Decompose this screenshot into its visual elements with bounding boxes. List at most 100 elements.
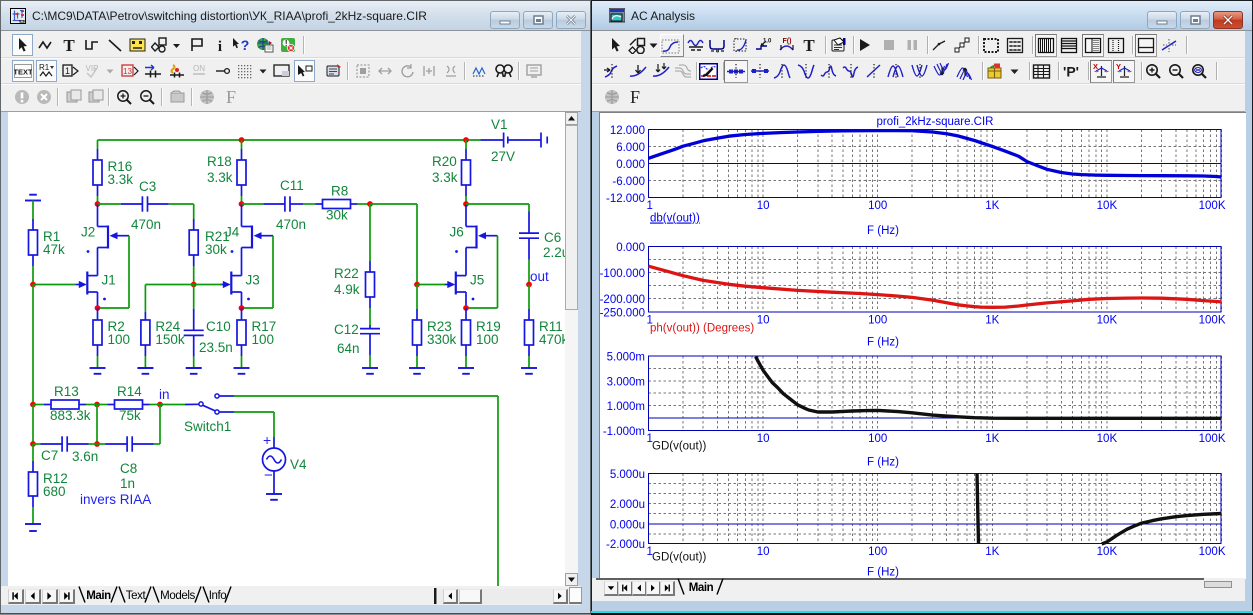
svg-text:C6: C6 bbox=[544, 230, 561, 245]
svg-text:R20: R20 bbox=[432, 154, 457, 169]
svg-text:J6: J6 bbox=[450, 225, 464, 240]
svg-text:out: out bbox=[530, 269, 549, 284]
svg-text:-100.000: -100.000 bbox=[600, 268, 645, 280]
svg-text:10K: 10K bbox=[1097, 433, 1118, 445]
svg-text:-12.000: -12.000 bbox=[606, 193, 645, 205]
svg-text:F (Hz): F (Hz) bbox=[867, 337, 899, 349]
svg-text:75k: 75k bbox=[119, 408, 141, 423]
svg-text:'P': 'P' bbox=[1063, 63, 1079, 79]
svg-text:100K: 100K bbox=[1199, 546, 1226, 558]
svg-text:10: 10 bbox=[757, 315, 770, 327]
svg-text:3.3k: 3.3k bbox=[108, 172, 134, 187]
svg-text:100: 100 bbox=[868, 315, 887, 327]
svg-text:F(): F() bbox=[783, 38, 792, 45]
svg-text:470n: 470n bbox=[276, 217, 306, 232]
svg-text:5.000m: 5.000m bbox=[607, 352, 645, 364]
svg-text:1K: 1K bbox=[985, 433, 999, 445]
svg-text:3.000m: 3.000m bbox=[607, 376, 645, 388]
svg-text:GD(v(out)): GD(v(out)) bbox=[652, 552, 706, 564]
svg-text:680: 680 bbox=[43, 484, 66, 499]
svg-text:Info: Info bbox=[209, 590, 227, 602]
svg-text:J2: J2 bbox=[81, 225, 95, 240]
svg-text:R13: R13 bbox=[54, 384, 79, 399]
svg-text:V4: V4 bbox=[290, 457, 307, 472]
svg-text:R8: R8 bbox=[331, 184, 348, 199]
svg-text:T: T bbox=[803, 37, 815, 53]
svg-text:T: T bbox=[63, 37, 75, 53]
svg-text:TEXT: TEXT bbox=[14, 68, 32, 77]
svg-text:F: F bbox=[630, 88, 640, 106]
svg-text:100: 100 bbox=[476, 332, 499, 347]
svg-text:ph(v(out)) (Degrees): ph(v(out)) (Degrees) bbox=[650, 323, 754, 335]
svg-text:R14: R14 bbox=[117, 384, 142, 399]
svg-text:2.000u: 2.000u bbox=[610, 499, 645, 511]
svg-text:Main: Main bbox=[86, 590, 111, 602]
svg-text:1K: 1K bbox=[985, 315, 999, 327]
svg-text:J5: J5 bbox=[470, 273, 484, 288]
svg-text:10: 10 bbox=[757, 433, 770, 445]
svg-text:1K: 1K bbox=[985, 200, 999, 212]
svg-text:100K: 100K bbox=[1199, 433, 1226, 445]
svg-text:1.000m: 1.000m bbox=[607, 401, 645, 413]
svg-text:1: 1 bbox=[64, 66, 69, 76]
svg-text:J1: J1 bbox=[102, 273, 116, 288]
svg-text:GD(v(out)): GD(v(out)) bbox=[652, 441, 706, 453]
svg-text:C3: C3 bbox=[139, 179, 156, 194]
svg-text:C8: C8 bbox=[120, 461, 137, 476]
svg-text:100: 100 bbox=[868, 433, 887, 445]
svg-text:R22: R22 bbox=[334, 266, 359, 281]
svg-text:10K: 10K bbox=[1097, 200, 1118, 212]
svg-text:0.000: 0.000 bbox=[616, 159, 645, 171]
svg-text:47k: 47k bbox=[43, 242, 65, 257]
svg-text:3.3k: 3.3k bbox=[207, 170, 233, 185]
svg-text:V1: V1 bbox=[491, 117, 508, 132]
svg-text:470n: 470n bbox=[131, 217, 161, 232]
svg-text:C7: C7 bbox=[41, 448, 58, 463]
svg-text:23.5n: 23.5n bbox=[199, 340, 233, 355]
svg-text:-2.000u: -2.000u bbox=[606, 539, 645, 551]
svg-text:13: 13 bbox=[123, 67, 132, 76]
svg-text:100K: 100K bbox=[1199, 200, 1226, 212]
svg-text:Main: Main bbox=[689, 582, 714, 594]
svg-text:10: 10 bbox=[757, 546, 770, 558]
svg-text:-200.000: -200.000 bbox=[600, 294, 645, 306]
svg-text:profi_2kHz-square.CIR: profi_2kHz-square.CIR bbox=[877, 116, 994, 128]
svg-text:Text: Text bbox=[126, 590, 147, 602]
svg-text:100K: 100K bbox=[1199, 315, 1226, 327]
svg-text:470k: 470k bbox=[539, 332, 565, 347]
svg-text:1.0: 1.0 bbox=[763, 39, 772, 45]
svg-text:F (Hz): F (Hz) bbox=[867, 225, 899, 237]
svg-text:150k: 150k bbox=[155, 332, 185, 347]
svg-text:-250.000: -250.000 bbox=[600, 307, 645, 319]
svg-text:12.000: 12.000 bbox=[610, 125, 645, 137]
svg-text:1K: 1K bbox=[985, 546, 999, 558]
svg-text:in: in bbox=[159, 387, 170, 402]
svg-text:!: ! bbox=[285, 39, 288, 48]
svg-text:C11: C11 bbox=[280, 178, 304, 193]
svg-text:ON: ON bbox=[193, 64, 205, 73]
svg-text:?: ? bbox=[241, 37, 250, 53]
svg-text:Models: Models bbox=[160, 590, 195, 602]
svg-text:0.000u: 0.000u bbox=[610, 519, 645, 531]
svg-text:F (Hz): F (Hz) bbox=[867, 567, 899, 579]
svg-text:64n: 64n bbox=[337, 341, 360, 356]
svg-text:27V: 27V bbox=[491, 149, 515, 164]
svg-text:4.9k: 4.9k bbox=[334, 282, 360, 297]
svg-text:10K: 10K bbox=[1097, 546, 1118, 558]
svg-text:−: − bbox=[264, 467, 273, 484]
svg-text:C12: C12 bbox=[334, 322, 359, 337]
svg-text:1n: 1n bbox=[120, 476, 135, 491]
svg-text:3.6n: 3.6n bbox=[72, 449, 98, 464]
svg-text:100: 100 bbox=[868, 200, 887, 212]
svg-text:-6.000: -6.000 bbox=[612, 176, 645, 188]
svg-text:2.2u: 2.2u bbox=[543, 245, 565, 260]
svg-text:10: 10 bbox=[757, 200, 770, 212]
svg-text:i: i bbox=[217, 39, 221, 53]
svg-text:F (Hz): F (Hz) bbox=[867, 457, 899, 469]
svg-text:R18: R18 bbox=[207, 154, 232, 169]
svg-text:10K: 10K bbox=[1097, 315, 1118, 327]
svg-text:Switch1: Switch1 bbox=[184, 419, 231, 434]
svg-text:1: 1 bbox=[647, 200, 653, 212]
svg-text:3.3k: 3.3k bbox=[432, 170, 458, 185]
svg-text:db(v(out)): db(v(out)) bbox=[650, 213, 700, 225]
